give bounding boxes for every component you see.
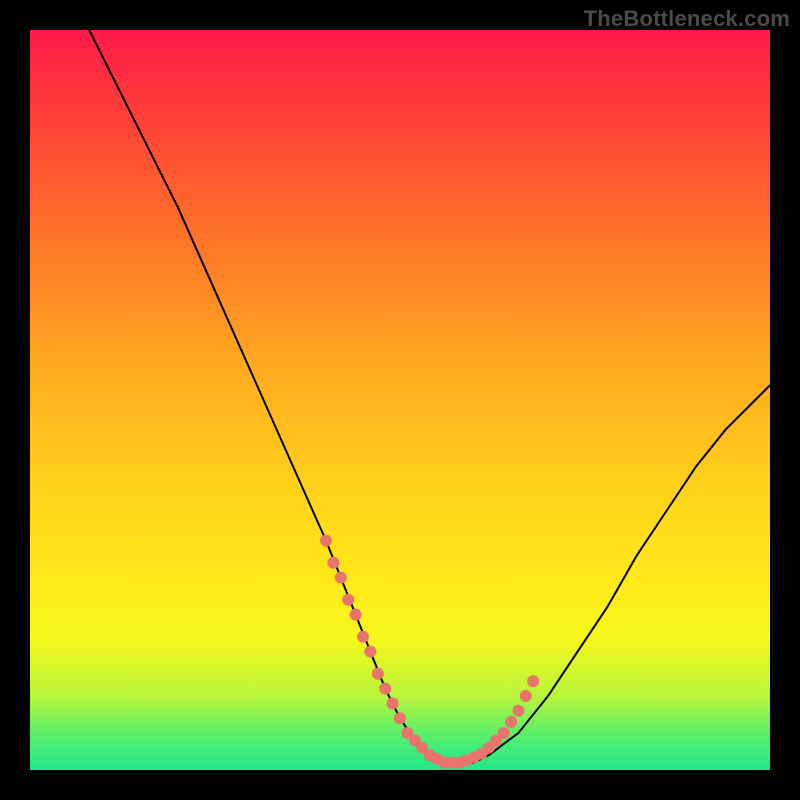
marker-dot [364, 646, 376, 658]
marker-dot [379, 683, 391, 695]
marker-dot [527, 675, 539, 687]
highlight-markers [320, 535, 539, 769]
watermark-text: TheBottleneck.com [584, 6, 790, 32]
marker-dot [320, 535, 332, 547]
marker-dot [505, 716, 517, 728]
marker-dot [372, 668, 384, 680]
marker-dot [387, 697, 399, 709]
marker-dot [335, 572, 347, 584]
plot-area [30, 30, 770, 770]
marker-dot [512, 705, 524, 717]
marker-dot [350, 609, 362, 621]
marker-dot [327, 557, 339, 569]
curve-line [89, 30, 770, 763]
marker-dot [498, 727, 510, 739]
marker-dot [394, 712, 406, 724]
chart-frame: TheBottleneck.com [0, 0, 800, 800]
chart-svg [30, 30, 770, 770]
marker-dot [357, 631, 369, 643]
marker-dot [342, 594, 354, 606]
marker-dot [520, 690, 532, 702]
curve-path [89, 30, 770, 763]
